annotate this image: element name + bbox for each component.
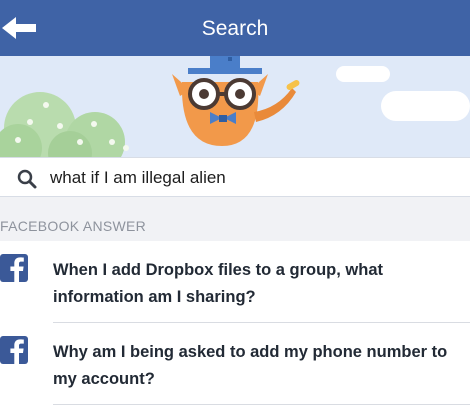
page-title: Search: [201, 17, 269, 40]
list-item[interactable]: Why am I being asked to add my phone num…: [0, 323, 470, 405]
section-title: FACEBOOK ANSWER: [0, 218, 147, 234]
hero-banner: [0, 56, 470, 157]
divider: [53, 404, 470, 405]
section-header: FACEBOOK ANSWER: [0, 197, 470, 241]
search-query-text[interactable]: what if I am illegal alien: [50, 168, 226, 188]
answer-list: When I add Dropbox files to a group, wha…: [0, 241, 470, 405]
facebook-icon: [0, 336, 28, 364]
list-item[interactable]: When I add Dropbox files to a group, wha…: [0, 241, 470, 323]
facebook-icon: [0, 254, 28, 282]
owl-mascot-illustration: [0, 56, 470, 157]
app-bar: Search: [0, 0, 470, 56]
search-input[interactable]: what if I am illegal alien: [0, 157, 470, 197]
answer-title[interactable]: When I add Dropbox files to a group, wha…: [53, 257, 453, 311]
answer-title[interactable]: Why am I being asked to add my phone num…: [53, 339, 453, 393]
search-icon: [17, 169, 37, 189]
